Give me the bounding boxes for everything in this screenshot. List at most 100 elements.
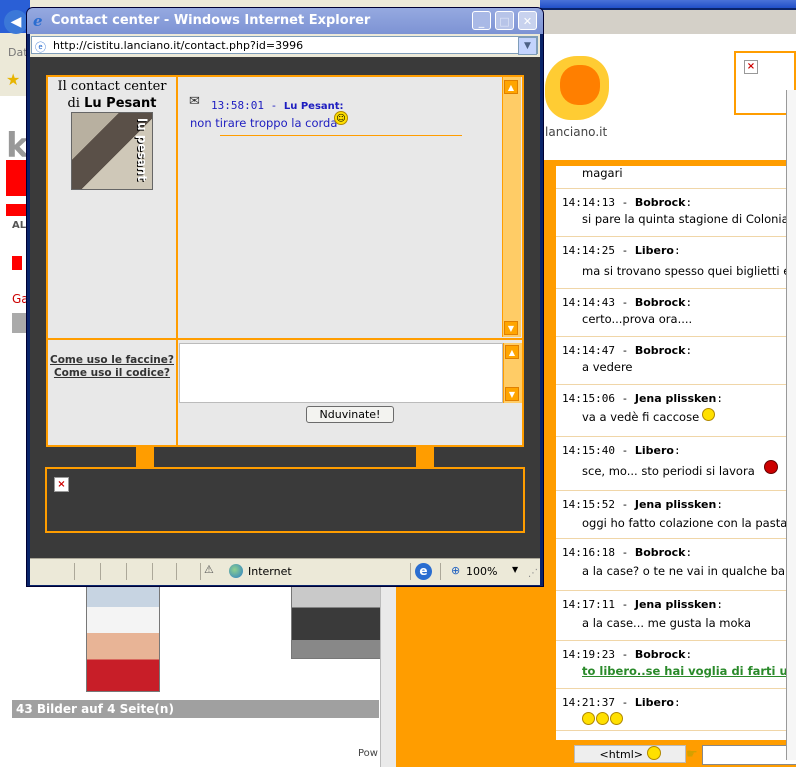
red-banner — [6, 204, 28, 216]
scroll-down-arrow-icon[interactable]: ▼ — [504, 321, 518, 335]
status-separator — [410, 563, 411, 580]
contact-name: Lu Pesant — [84, 96, 157, 111]
chat-author[interactable]: Bobrock — [635, 296, 686, 309]
message-text: non tirare troppo la corda — [190, 116, 338, 130]
chat-message-link[interactable]: to libero..se hai voglia di farti u — [582, 664, 788, 678]
broken-image-icon: × — [744, 60, 758, 74]
chat-message: 14:14:47 - Bobrock: a vedere — [556, 338, 796, 385]
chat-author[interactable]: Libero — [635, 444, 674, 457]
contact-name-heading: di Lu Pesant — [48, 96, 176, 111]
chat-time: 14:14:13 — [562, 196, 615, 209]
chat-author[interactable]: Bobrock — [635, 196, 686, 209]
chat-time: 14:15:06 — [562, 392, 615, 405]
popup-title: Contact center - Windows Internet Explor… — [51, 13, 371, 28]
chat-author[interactable]: Jena plissken — [635, 392, 716, 405]
chat-message: 14:19:23 - Bobrock: to libero..se hai vo… — [556, 642, 796, 689]
minimize-button[interactable]: _ — [472, 11, 491, 30]
message-author: Lu Pesant: — [283, 101, 344, 112]
background-scrollbar[interactable] — [786, 90, 796, 760]
back-button[interactable]: ◀ — [4, 10, 28, 34]
grin-emoticons-icon — [582, 712, 623, 728]
chat-time: 14:15:52 — [562, 498, 615, 511]
nav-fragment[interactable]: AL — [12, 220, 26, 231]
chat-time: 14:14:25 — [562, 244, 615, 257]
chat-message-text: si pare la quinta stagione di Colonia — [582, 212, 789, 226]
chat-message: 14:16:18 - Bobrock: a la case? o te ne v… — [556, 540, 796, 591]
page-icon: ⓔ — [35, 41, 46, 54]
chat-time: 14:21:37 — [562, 696, 615, 709]
chat-time: 14:14:43 — [562, 296, 615, 309]
popup-blocked-icon[interactable]: ⚠ — [204, 563, 220, 579]
chat-message-text: certo...prova ora.... — [582, 312, 693, 326]
chat-input[interactable] — [702, 745, 796, 765]
angry-emoticon-icon — [764, 460, 778, 474]
site-domain: lanciano.it — [545, 125, 608, 139]
message-header: 13:58:01 - Lu Pesant: — [211, 99, 344, 112]
code-help-link[interactable]: Come uso il codice? — [50, 367, 174, 379]
ie-icon: e — [33, 12, 43, 30]
chat-author[interactable]: Bobrock — [635, 344, 686, 357]
scroll-up-arrow-icon[interactable]: ▲ — [504, 80, 518, 94]
chat-message-text: va a vedè fi caccose — [582, 410, 700, 424]
close-button[interactable]: ✕ — [518, 11, 537, 30]
chat-message-text: a vedere — [582, 360, 633, 374]
html-button[interactable]: <html> — [574, 745, 686, 763]
message-input[interactable] — [179, 343, 503, 403]
address-dropdown-button[interactable]: ▼ — [518, 37, 537, 55]
chat-author[interactable]: Jena plissken — [635, 598, 716, 611]
ad-frame — [45, 467, 525, 533]
chat-message: 14:15:52 - Jena plissken: oggi ho fatto … — [556, 492, 796, 539]
status-separator — [440, 563, 441, 580]
chat-time: 14:17:11 — [562, 598, 615, 611]
chat-author[interactable]: Jena plissken — [635, 498, 716, 511]
red-banner — [6, 160, 28, 196]
frame-divider — [48, 338, 522, 340]
status-separator — [200, 563, 201, 580]
zoom-icon[interactable]: ⊕ — [451, 564, 460, 577]
maximize-button[interactable]: □ — [495, 11, 514, 30]
chat-message: magari — [556, 166, 796, 189]
chat-message-text: oggi ho fatto colazione con la pasta — [582, 516, 788, 530]
chat-time: 14:15:40 — [562, 444, 615, 457]
scroll-down-arrow-icon[interactable]: ▼ — [505, 387, 519, 401]
chat-message-text: a la case? o te ne vai in qualche ba — [582, 564, 786, 578]
chat-message: 14:17:11 - Jena plissken: a la case... m… — [556, 592, 796, 641]
gallery-photo[interactable] — [291, 585, 381, 659]
chat-message-text: a la case... me gusta la moka — [582, 616, 752, 630]
message-scrollbar[interactable] — [502, 77, 521, 337]
chat-time: 14:19:23 — [562, 648, 615, 661]
chat-message-text: magari — [582, 166, 623, 180]
zoom-dropdown-icon[interactable]: ▼ — [512, 565, 518, 574]
faces-help-link[interactable]: Come uso le faccine? — [50, 354, 174, 366]
favorites-star-icon[interactable]: ★ — [6, 70, 20, 89]
chat-author[interactable]: Libero — [635, 244, 674, 257]
protected-mode-icon[interactable]: e — [415, 563, 432, 580]
security-zone[interactable]: Internet — [248, 565, 292, 578]
gallery-photo[interactable] — [86, 585, 160, 692]
chat-log: magari 14:14:13 - Bobrock: si pare la qu… — [556, 166, 796, 767]
site-logo-inner — [560, 65, 600, 105]
scroll-up-arrow-icon[interactable]: ▲ — [505, 345, 519, 359]
laugh-emoticon-icon — [702, 408, 715, 421]
broken-image-icon: × — [54, 477, 69, 492]
chat-message: 14:14:25 - Libero: ma si trovano spesso … — [556, 238, 796, 289]
gallery-footer: 43 Bilder auf 4 Seite(n) — [12, 700, 379, 718]
status-separator — [126, 563, 127, 580]
background-titlebar-gradient — [540, 0, 796, 8]
contact-center-heading: Il contact center — [57, 79, 167, 94]
chat-time: 14:16:18 — [562, 546, 615, 559]
send-button[interactable]: Nduvinate! — [306, 406, 394, 423]
chat-author[interactable]: Bobrock — [635, 648, 686, 661]
chat-author[interactable]: Libero — [635, 696, 674, 709]
address-url[interactable]: http://cistitu.lanciano.it/contact.php?i… — [53, 39, 303, 52]
chat-author[interactable]: Bobrock — [635, 546, 686, 559]
powered-by-label: Pow — [358, 748, 378, 759]
chat-message: 14:15:06 - Jena plissken: va a vedè fi c… — [556, 386, 796, 437]
resize-grip-icon[interactable]: ⋰ — [528, 568, 538, 579]
contact-di-label: di — [67, 96, 80, 111]
smiley-icon — [646, 746, 661, 760]
zoom-level[interactable]: 100% — [466, 565, 497, 578]
status-separator — [176, 563, 177, 580]
frame-divider — [176, 77, 178, 445]
message-time: 13:58:01 - — [211, 99, 278, 112]
